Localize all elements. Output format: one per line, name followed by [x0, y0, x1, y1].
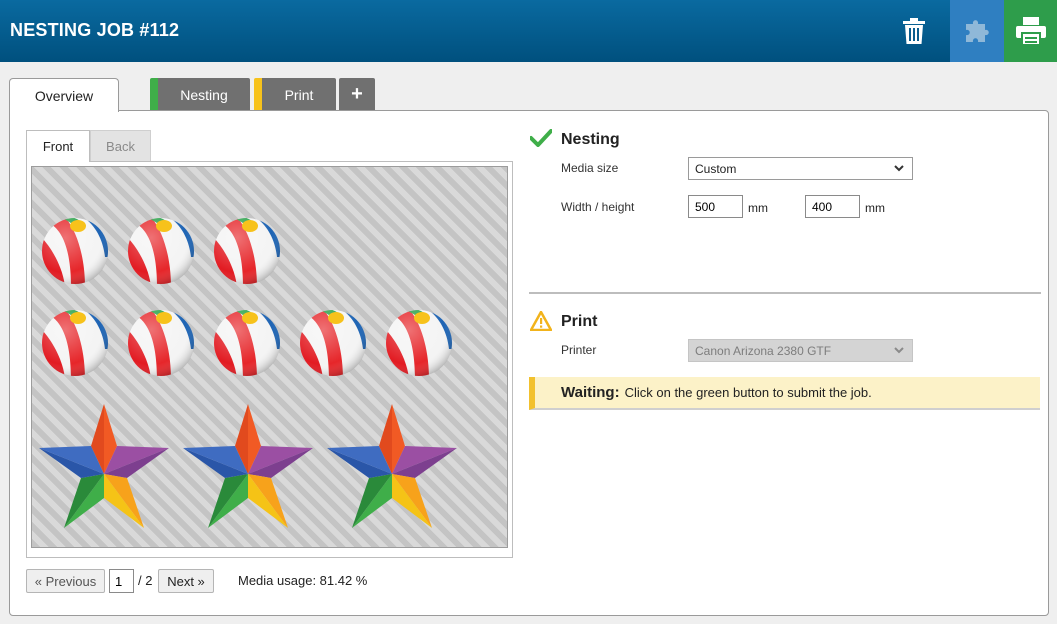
- chevron-down-icon: [894, 347, 904, 354]
- width-unit: mm: [748, 201, 768, 215]
- nest-button[interactable]: [950, 0, 1004, 62]
- star-icon: [327, 404, 457, 528]
- beach-ball-icon: [213, 309, 281, 377]
- puzzle-icon: [966, 20, 989, 42]
- height-input[interactable]: [805, 195, 860, 218]
- subtab-front[interactable]: Front: [26, 130, 90, 162]
- tab-overview-label: Overview: [34, 87, 94, 104]
- printer-label: Printer: [561, 343, 597, 357]
- beach-ball-icon: [385, 309, 453, 377]
- media-size-select[interactable]: Custom: [688, 157, 913, 180]
- width-height-label: Width / height: [561, 200, 635, 214]
- subtab-back[interactable]: Back: [90, 130, 151, 161]
- media-size-label: Media size: [561, 161, 619, 175]
- printer-select[interactable]: Canon Arizona 2380 GTF: [688, 339, 913, 362]
- print-section-title: Print: [561, 313, 598, 330]
- waiting-banner: Waiting: Click on the green button to su…: [529, 377, 1040, 410]
- previous-page-button[interactable]: « Previous: [26, 569, 105, 593]
- subtab-front-label: Front: [42, 139, 74, 154]
- waiting-label: Waiting:: [561, 384, 620, 401]
- page-number-input[interactable]: [109, 569, 134, 593]
- next-page-button[interactable]: Next »: [158, 569, 214, 593]
- page-title: NESTING JOB #112: [10, 20, 180, 40]
- width-input[interactable]: [688, 195, 743, 218]
- tab-nesting[interactable]: Nesting: [150, 78, 250, 111]
- star-icon: [39, 404, 169, 528]
- plus-icon: +: [351, 83, 363, 105]
- nesting-preview[interactable]: [31, 166, 508, 548]
- tab-print[interactable]: Print: [254, 78, 336, 111]
- checkmark-icon: [530, 129, 552, 147]
- beach-ball-icon: [127, 309, 195, 377]
- beach-ball-icon: [41, 309, 109, 377]
- media-size-value: Custom: [695, 162, 737, 176]
- add-tab-button[interactable]: +: [339, 78, 375, 111]
- page-total: / 2: [138, 573, 153, 588]
- beach-ball-icon: [41, 217, 109, 285]
- star-icon: [183, 404, 313, 528]
- section-divider: [529, 292, 1041, 294]
- tab-overview[interactable]: Overview: [9, 78, 119, 112]
- print-button[interactable]: [1004, 0, 1057, 62]
- header-bar: NESTING JOB #112: [0, 0, 1057, 62]
- waiting-message: Click on the green button to submit the …: [624, 385, 872, 400]
- warning-icon: [530, 311, 552, 331]
- printer-value: Canon Arizona 2380 GTF: [695, 344, 832, 358]
- media-usage: Media usage: 81.42 %: [238, 573, 368, 588]
- tab-nesting-label: Nesting: [180, 86, 228, 103]
- height-unit: mm: [865, 201, 885, 215]
- subtab-back-label: Back: [106, 138, 135, 154]
- delete-button[interactable]: [887, 0, 941, 62]
- beach-ball-icon: [299, 309, 367, 377]
- chevron-down-icon: [894, 165, 904, 172]
- tab-print-label: Print: [284, 86, 314, 103]
- nesting-section-title: Nesting: [561, 131, 620, 148]
- trash-icon: [903, 18, 925, 44]
- printer-icon: [1015, 17, 1046, 45]
- beach-ball-icon: [127, 217, 195, 285]
- beach-ball-icon: [213, 217, 281, 285]
